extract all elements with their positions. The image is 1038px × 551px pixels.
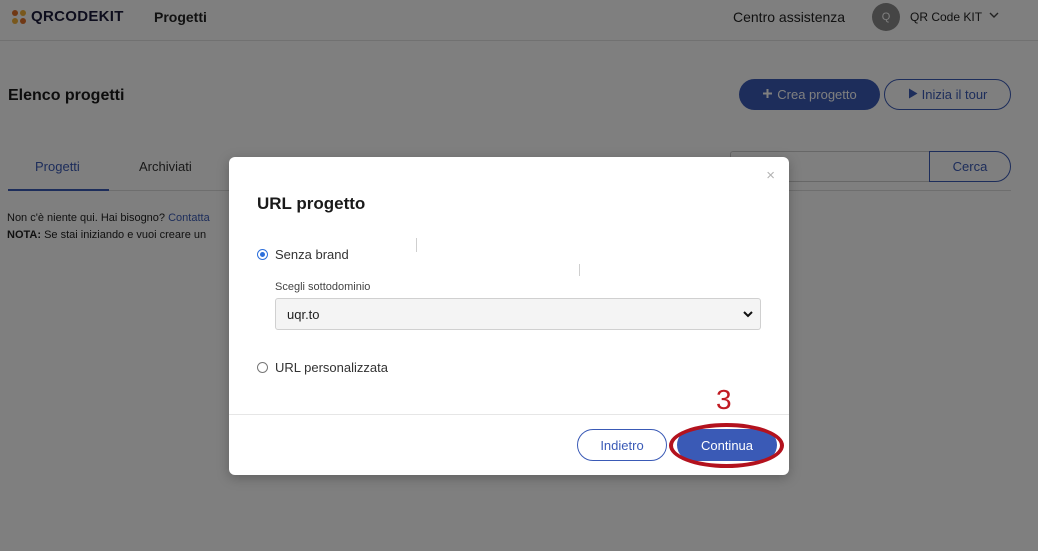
back-button[interactable]: Indietro: [577, 429, 667, 461]
radio-custom-url[interactable]: [257, 362, 268, 373]
subdomain-select[interactable]: uqr.to: [275, 298, 761, 330]
dialog-footer-divider: [229, 414, 789, 415]
radio-no-brand-label[interactable]: Senza brand: [275, 247, 349, 262]
radio-no-brand[interactable]: [257, 249, 268, 260]
subdomain-label: Scegli sottodominio: [275, 281, 371, 293]
radio-custom-url-label[interactable]: URL personalizzata: [275, 360, 388, 375]
step-number-annotation: 3: [716, 384, 732, 415]
chevron-down-icon: [741, 307, 755, 326]
highlight-ring-annotation: [669, 423, 784, 468]
subdomain-value: uqr.to: [287, 307, 320, 322]
divider: [416, 238, 417, 252]
close-icon[interactable]: ×: [766, 167, 775, 184]
dialog-title: URL progetto: [257, 194, 366, 213]
divider: [579, 264, 580, 276]
